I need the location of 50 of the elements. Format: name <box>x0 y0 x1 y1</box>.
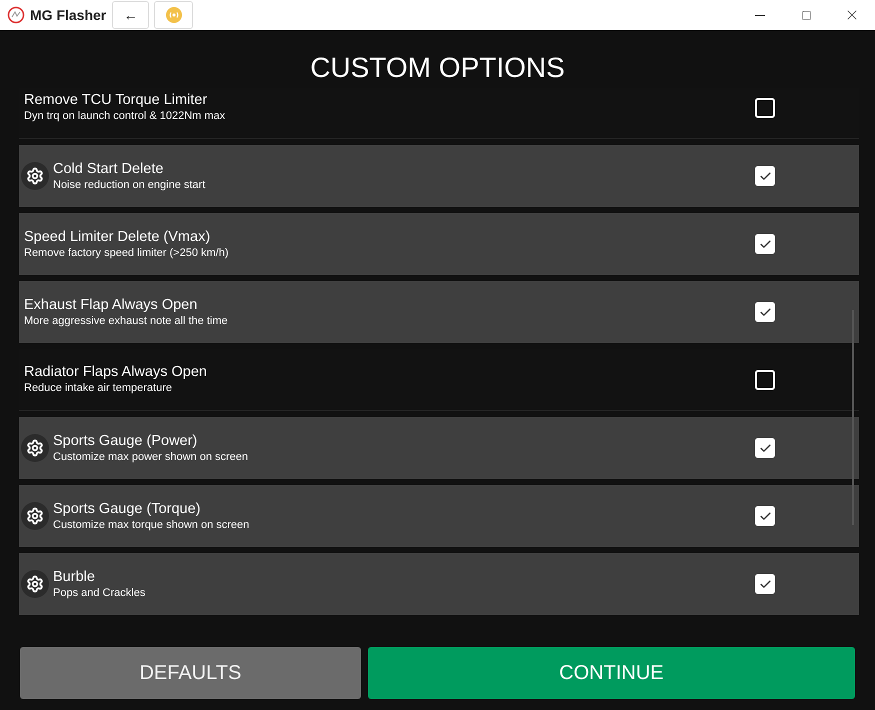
option-description: Noise reduction on engine start <box>53 178 206 192</box>
defaults-button[interactable]: DEFAULTS <box>20 647 361 699</box>
option-row[interactable]: Sports Gauge (Torque) Customize max torque shown on screen <box>19 485 859 547</box>
check-icon <box>758 510 772 522</box>
check-icon <box>758 306 772 318</box>
signal-icon <box>166 7 182 23</box>
option-row[interactable]: Burble Pops and Crackles <box>19 553 859 615</box>
option-title: Remove TCU Torque Limiter <box>24 92 208 109</box>
continue-button[interactable]: CONTINUE <box>368 647 855 699</box>
option-checkbox[interactable] <box>755 574 775 594</box>
check-icon <box>758 170 772 182</box>
back-button[interactable]: ← <box>112 1 150 29</box>
option-title: Exhaust Flap Always Open <box>24 296 198 314</box>
settings-icon[interactable] <box>21 162 49 190</box>
settings-icon[interactable] <box>21 434 49 462</box>
option-description: Reduce intake air temperature <box>24 381 173 395</box>
minimize-icon <box>755 14 765 16</box>
option-description: More aggressive exhaust note all the time <box>24 314 229 328</box>
option-description: Remove factory speed limiter (>250 km/h) <box>24 246 230 260</box>
settings-icon[interactable] <box>21 502 49 530</box>
option-row[interactable]: Cold Start Delete Noise reduction on engine start <box>19 145 859 207</box>
check-icon <box>758 442 772 454</box>
option-row[interactable]: Sports Gauge (Power) Customize max power shown on screen <box>19 417 859 479</box>
option-checkbox[interactable] <box>755 438 775 458</box>
maximize-icon <box>800 10 812 20</box>
option-title: Burble <box>53 568 96 586</box>
option-checkbox[interactable] <box>755 98 775 118</box>
option-description: Customize max torque shown on screen <box>53 518 250 532</box>
option-title: Speed Limiter Delete (Vmax) <box>24 228 212 246</box>
option-checkbox[interactable] <box>755 234 775 254</box>
option-checkbox[interactable] <box>755 506 775 526</box>
option-row[interactable]: Exhaust Flap Always Open More aggressive exhaust note all the time <box>19 281 859 343</box>
scrollbar[interactable] <box>852 310 854 525</box>
option-checkbox[interactable] <box>755 166 775 186</box>
option-checkbox[interactable] <box>755 302 775 322</box>
option-title: Sports Gauge (Torque) <box>53 500 202 518</box>
app-logo-icon <box>7 6 25 24</box>
option-title: Radiator Flaps Always Open <box>24 364 208 381</box>
option-description: Pops and Crackles <box>53 586 146 600</box>
check-icon <box>758 238 772 250</box>
option-checkbox[interactable] <box>755 370 775 390</box>
option-row[interactable]: Speed Limiter Delete (Vmax) Remove factory speed limiter (>250 km/h) <box>19 213 859 275</box>
settings-icon[interactable] <box>21 570 49 598</box>
option-title: Cold Start Delete <box>53 160 164 178</box>
option-description: Customize max power shown on screen <box>53 450 250 464</box>
check-icon <box>758 578 772 590</box>
option-description: Dyn trq on launch control & 1022Nm max <box>24 109 226 123</box>
option-title: Sports Gauge (Power) <box>53 432 198 450</box>
window-title: MG Flasher <box>30 6 106 24</box>
page-heading: CUSTOM OPTIONS <box>310 51 565 85</box>
